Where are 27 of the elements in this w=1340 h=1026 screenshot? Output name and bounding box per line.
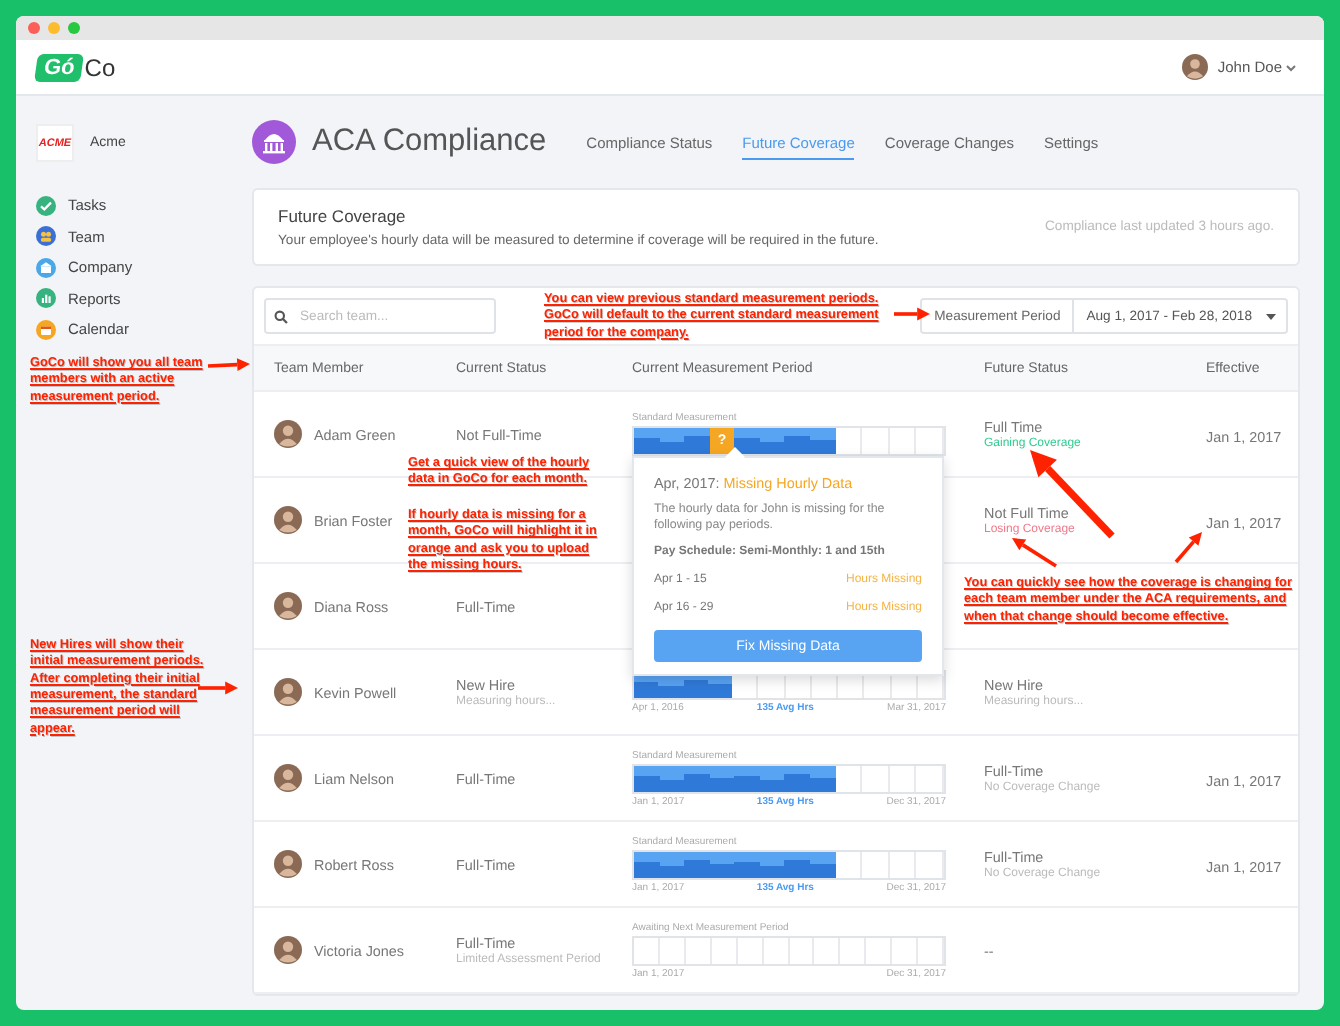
logo-mark: Gó — [34, 53, 85, 81]
calendar-icon — [36, 319, 56, 340]
building-icon — [36, 257, 56, 278]
avatar-icon — [1181, 54, 1208, 80]
avatar-icon — [274, 506, 302, 534]
minimize-icon[interactable] — [48, 22, 60, 34]
card-title: Future Coverage — [278, 206, 408, 226]
logo-text: Co — [84, 53, 116, 81]
chart-icon — [36, 288, 56, 309]
avatar-icon — [274, 764, 302, 792]
avatar-icon — [274, 420, 302, 448]
close-icon[interactable] — [28, 22, 40, 34]
annotation-arrow — [1174, 532, 1202, 564]
maximize-icon[interactable] — [68, 22, 80, 34]
avatar-icon — [274, 592, 302, 620]
annotation-arrow — [894, 307, 930, 321]
annotation-arrow — [198, 681, 238, 695]
avatar-icon — [274, 850, 302, 878]
capitol-icon — [252, 120, 296, 164]
avatar-icon — [274, 678, 302, 706]
check-icon — [36, 195, 56, 216]
people-icon — [36, 226, 56, 247]
annotation-arrow — [207, 358, 250, 371]
avatar-icon — [274, 936, 302, 964]
page-title: ACA Compliance — [312, 124, 547, 160]
caret-icon — [1286, 63, 1296, 71]
caret-icon — [1266, 313, 1276, 319]
